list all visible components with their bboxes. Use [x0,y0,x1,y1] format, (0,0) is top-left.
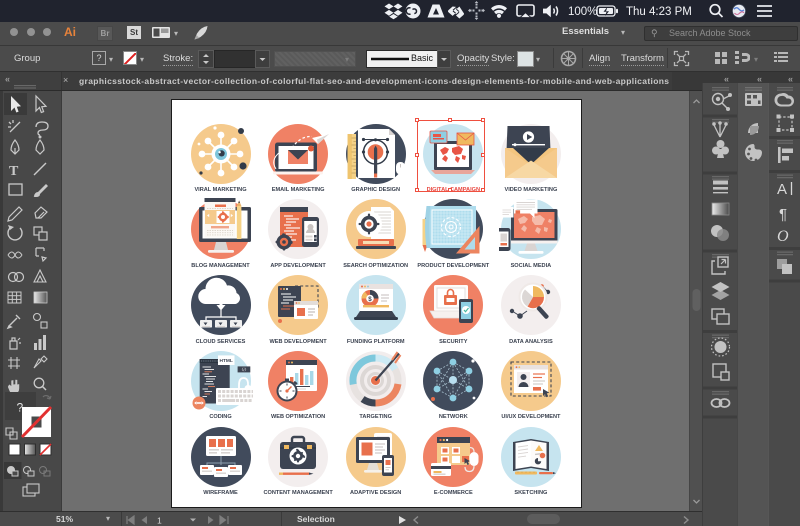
svg-text:¶: ¶ [779,206,787,223]
svg-text:A: A [777,181,787,198]
svg-text:T: T [9,164,19,179]
svg-text:〈/〉: 〈/〉 [239,367,248,372]
svg-text:O: O [777,228,789,245]
svg-text:100%: 100% [568,6,597,18]
svg-text:Thu 4:23 PM: Thu 4:23 PM [626,6,692,18]
svg-text:$: $ [368,296,372,303]
svg-text:1: 1 [157,516,162,526]
svg-text:HTML: HTML [219,358,232,364]
